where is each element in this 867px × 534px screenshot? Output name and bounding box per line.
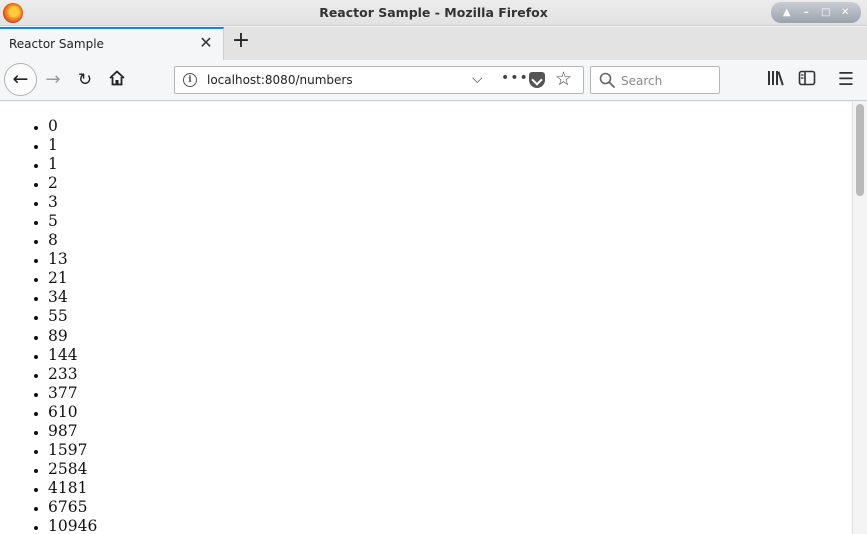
numbers-list: 0112358132134558914423337761098715972584…	[48, 117, 852, 534]
window-minimize-icon[interactable]: –	[799, 6, 813, 20]
sidebar-icon[interactable]	[797, 70, 817, 90]
list-item: 2	[48, 174, 852, 193]
list-item: 10946	[48, 517, 852, 534]
vertical-scrollbar[interactable]	[852, 102, 867, 534]
list-item: 2584	[48, 460, 852, 479]
list-item: 233	[48, 365, 852, 384]
list-item: 34	[48, 288, 852, 307]
pocket-icon[interactable]	[529, 72, 545, 88]
window-titlebar: Reactor Sample - Mozilla Firefox ▲ – □ ✕	[0, 0, 867, 26]
window-maximize-icon[interactable]: □	[819, 6, 833, 20]
more-dots-icon[interactable]: •••	[501, 70, 529, 86]
back-button[interactable]: ←	[4, 63, 37, 96]
list-item: 89	[48, 327, 852, 346]
list-item: 1	[48, 136, 852, 155]
new-tab-button[interactable]: +	[230, 30, 252, 54]
site-info-icon[interactable]: i	[183, 73, 197, 87]
list-item: 1597	[48, 441, 852, 460]
list-item: 1	[48, 155, 852, 174]
list-item: 987	[48, 422, 852, 441]
forward-button[interactable]: →	[42, 69, 64, 91]
hamburger-menu-icon[interactable]: ☰	[836, 70, 856, 90]
list-item: 8	[48, 231, 852, 250]
home-button[interactable]	[106, 69, 128, 91]
chevron-down-icon[interactable]: ⌵	[472, 71, 483, 87]
list-item: 3	[48, 193, 852, 212]
scrollbar-thumb[interactable]	[856, 104, 864, 196]
search-icon	[599, 72, 615, 88]
list-item: 0	[48, 117, 852, 136]
list-item: 55	[48, 307, 852, 326]
tab-close-icon[interactable]: ✕	[197, 34, 215, 52]
back-arrow-icon: ←	[12, 68, 29, 90]
bookmark-star-icon[interactable]: ☆	[555, 68, 572, 90]
search-input[interactable]: Search	[590, 66, 720, 94]
tab-reactor-sample[interactable]: Reactor Sample ✕	[0, 27, 224, 60]
list-item: 5	[48, 212, 852, 231]
list-item: 6765	[48, 498, 852, 517]
library-icon[interactable]	[766, 70, 786, 90]
window-close-icon[interactable]: ✕	[838, 6, 852, 20]
tab-label: Reactor Sample	[9, 37, 104, 51]
url-bar[interactable]: i localhost:8080/numbers ⌵ ••• ☆	[174, 66, 584, 94]
home-icon	[109, 70, 125, 86]
reload-icon: ↻	[77, 70, 93, 90]
navigation-toolbar: ← → ↻ i localhost:8080/numbers ⌵ ••• ☆ S…	[0, 60, 867, 101]
window-controls: ▲ – □ ✕	[771, 2, 861, 23]
window-title: Reactor Sample - Mozilla Firefox	[319, 5, 548, 20]
list-item: 144	[48, 346, 852, 365]
forward-arrow-icon: →	[45, 69, 61, 90]
reload-button[interactable]: ↻	[74, 69, 96, 91]
list-item: 610	[48, 403, 852, 422]
window-up-icon[interactable]: ▲	[780, 6, 794, 20]
list-item: 13	[48, 250, 852, 269]
search-placeholder: Search	[621, 74, 663, 88]
url-text[interactable]: localhost:8080/numbers	[207, 73, 353, 87]
list-item: 377	[48, 384, 852, 403]
list-item: 21	[48, 269, 852, 288]
list-item: 4181	[48, 479, 852, 498]
page-content: 0112358132134558914423337761098715972584…	[0, 102, 852, 534]
tab-strip: Reactor Sample ✕ +	[0, 27, 867, 60]
